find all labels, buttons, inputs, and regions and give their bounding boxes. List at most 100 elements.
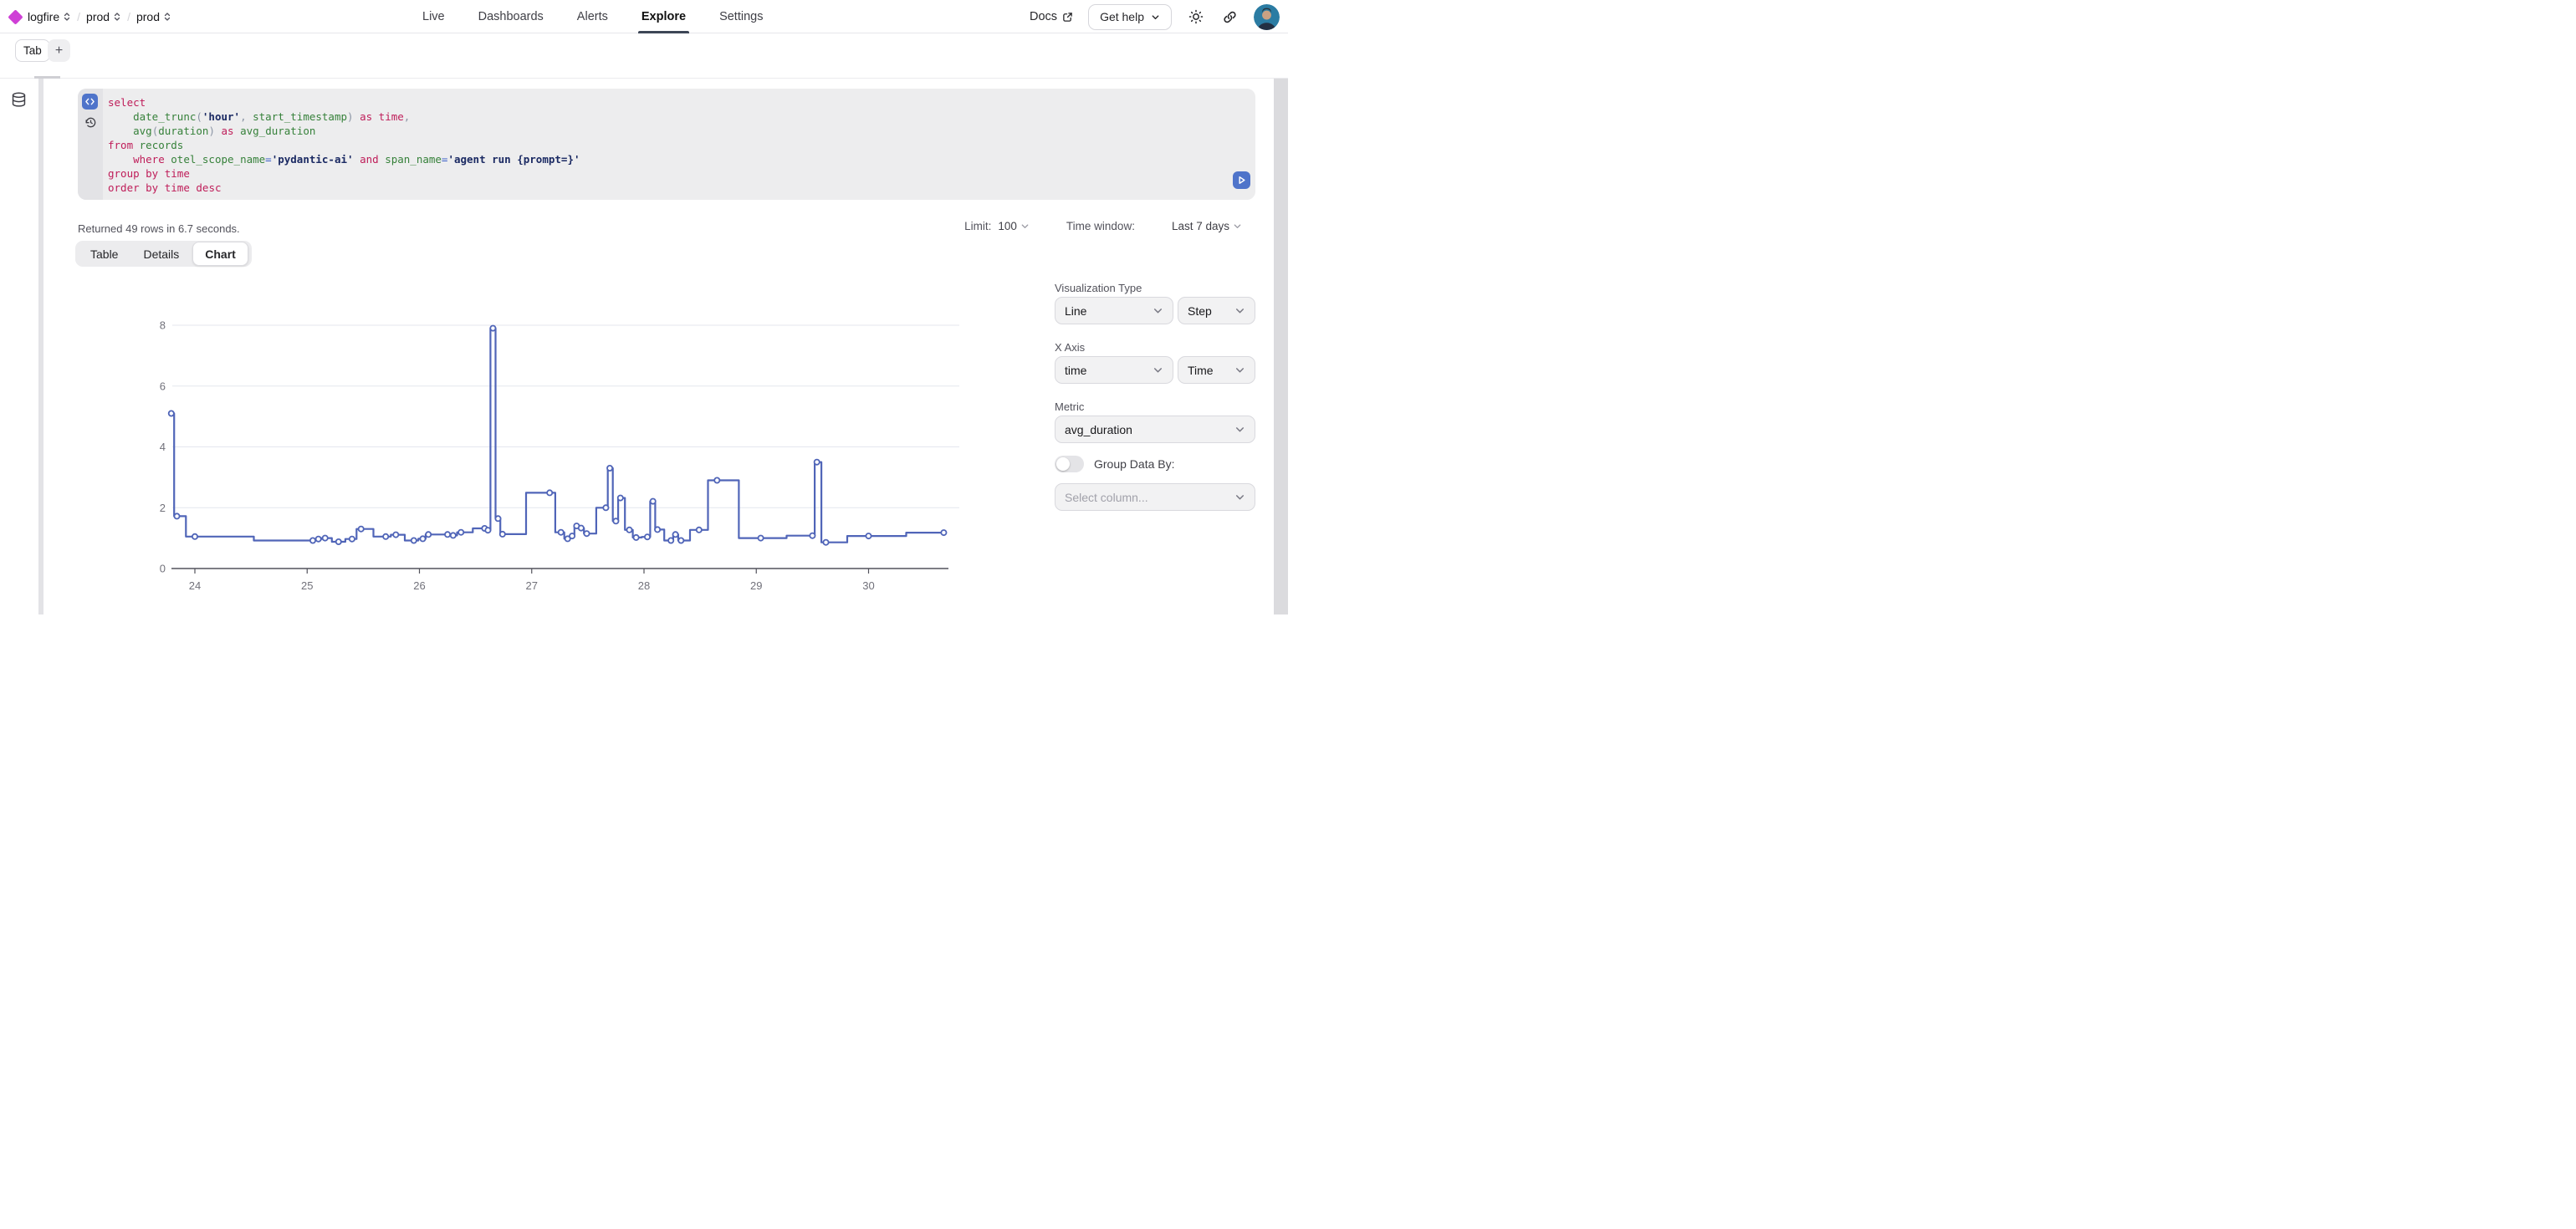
explore-page: logfire / prod / prod Live Dashboards Al… <box>0 0 1288 614</box>
format-sql-button[interactable] <box>82 94 98 110</box>
chevron-down-icon <box>1234 365 1245 375</box>
x-axis-type-value: Time <box>1188 364 1214 377</box>
limit-value: 100 <box>998 220 1017 232</box>
chevron-down-icon <box>1234 424 1245 435</box>
query-tabs-bar: Tab + <box>0 33 1288 79</box>
visualization-type-label: Visualization Type <box>1055 282 1142 294</box>
breadcrumb-project[interactable]: prod <box>86 10 121 23</box>
query-tab[interactable]: Tab <box>15 39 50 62</box>
avatar[interactable] <box>1254 4 1280 30</box>
user-photo <box>1254 4 1280 30</box>
metric-label: Metric <box>1055 400 1084 413</box>
theme-toggle-button[interactable] <box>1187 8 1205 26</box>
code-brackets-icon <box>84 97 95 106</box>
sun-icon <box>1188 9 1204 24</box>
svg-text:6: 6 <box>160 380 166 392</box>
group-by-toggle[interactable] <box>1055 456 1084 472</box>
chart[interactable]: 0246824252627282930 <box>125 314 962 602</box>
viz-type-select[interactable]: Line <box>1055 297 1173 324</box>
docs-link[interactable]: Docs <box>1030 10 1073 23</box>
view-switcher: Table Details Chart <box>75 241 252 267</box>
toggle-knob <box>1056 457 1070 471</box>
app-header: logfire / prod / prod Live Dashboards Al… <box>0 0 1288 33</box>
schema-browser-button[interactable] <box>11 92 27 112</box>
results-controls: Limit: 100 Time window: Last 7 days <box>964 220 1242 232</box>
group-by-row: Group Data By: <box>1055 456 1175 472</box>
chevron-down-icon <box>1234 492 1245 502</box>
x-axis-column-select[interactable]: time <box>1055 356 1173 384</box>
nav-explore[interactable]: Explore <box>641 0 686 33</box>
svg-text:25: 25 <box>301 579 313 592</box>
nav-alerts[interactable]: Alerts <box>577 0 608 33</box>
left-rail <box>0 79 38 614</box>
time-window-dropdown[interactable]: Last 7 days <box>1172 220 1242 232</box>
group-by-placeholder: Select column... <box>1065 491 1148 504</box>
share-link-button[interactable] <box>1220 8 1239 26</box>
breadcrumb: logfire / prod / prod <box>10 0 171 33</box>
limit-dropdown[interactable]: 100 <box>998 220 1030 232</box>
breadcrumb-separator: / <box>127 10 130 23</box>
breadcrumb-env[interactable]: prod <box>136 10 171 23</box>
step-line-chart[interactable]: 0246824252627282930 <box>125 314 962 602</box>
svg-text:28: 28 <box>638 579 650 592</box>
play-icon <box>1235 174 1248 186</box>
main-nav: Live Dashboards Alerts Explore Settings <box>422 0 763 33</box>
database-icon <box>11 92 27 108</box>
tab-details[interactable]: Details <box>131 241 191 267</box>
viz-style-value: Step <box>1188 304 1212 318</box>
svg-text:8: 8 <box>160 319 166 332</box>
metric-value: avg_duration <box>1065 423 1132 436</box>
svg-text:24: 24 <box>189 579 201 592</box>
viz-type-value: Line <box>1065 304 1086 318</box>
nav-live[interactable]: Live <box>422 0 445 33</box>
sql-editor: select date_trunc('hour', start_timestam… <box>78 89 1255 200</box>
group-by-label: Group Data By: <box>1094 457 1175 471</box>
svg-text:0: 0 <box>160 563 166 575</box>
history-clock-icon <box>84 116 97 129</box>
chevron-up-down-icon <box>163 12 171 22</box>
chevron-down-icon <box>1153 305 1163 316</box>
metric-select[interactable]: avg_duration <box>1055 416 1255 443</box>
chevron-up-down-icon <box>113 12 121 22</box>
svg-text:30: 30 <box>862 579 874 592</box>
link-icon <box>1223 10 1237 24</box>
svg-text:26: 26 <box>413 579 425 592</box>
external-link-icon <box>1062 12 1073 23</box>
svg-text:27: 27 <box>526 579 538 592</box>
breadcrumb-project-label: prod <box>86 10 110 23</box>
chevron-down-icon <box>1020 222 1030 231</box>
query-status-text: Returned 49 rows in 6.7 seconds. <box>78 222 240 235</box>
chevron-down-icon <box>1153 365 1163 375</box>
nav-settings[interactable]: Settings <box>719 0 763 33</box>
tab-table[interactable]: Table <box>79 241 130 267</box>
x-axis-type-select[interactable]: Time <box>1178 356 1255 384</box>
group-by-column-select[interactable]: Select column... <box>1055 483 1255 511</box>
run-query-button[interactable] <box>1233 171 1250 189</box>
breadcrumb-env-label: prod <box>136 10 160 23</box>
breadcrumb-separator: / <box>77 10 80 23</box>
x-axis-column-value: time <box>1065 364 1086 377</box>
breadcrumb-org-label: logfire <box>28 10 59 23</box>
get-help-label: Get help <box>1100 10 1144 23</box>
svg-text:2: 2 <box>160 502 166 514</box>
docs-label: Docs <box>1030 10 1057 23</box>
nav-dashboards[interactable]: Dashboards <box>478 0 544 33</box>
chevron-down-icon <box>1234 305 1245 316</box>
chevron-down-icon <box>1151 13 1160 22</box>
tab-chart[interactable]: Chart <box>192 242 248 266</box>
get-help-button[interactable]: Get help <box>1088 4 1172 30</box>
svg-text:4: 4 <box>160 441 166 453</box>
add-tab-button[interactable]: + <box>48 39 70 62</box>
editor-gutter <box>78 89 103 200</box>
chevron-down-icon <box>1233 222 1242 231</box>
viz-style-select[interactable]: Step <box>1178 297 1255 324</box>
breadcrumb-org[interactable]: logfire <box>28 10 71 23</box>
time-window-value: Last 7 days <box>1172 220 1229 232</box>
vertical-scrollbar-track[interactable] <box>1274 79 1288 614</box>
query-history-button[interactable] <box>84 116 97 130</box>
time-window-label: Time window: <box>1066 220 1135 232</box>
left-panel-divider[interactable] <box>38 79 43 614</box>
chevron-up-down-icon <box>63 12 71 22</box>
sql-query-input[interactable]: select date_trunc('hour', start_timestam… <box>108 95 1222 195</box>
limit-label: Limit: <box>964 220 991 232</box>
